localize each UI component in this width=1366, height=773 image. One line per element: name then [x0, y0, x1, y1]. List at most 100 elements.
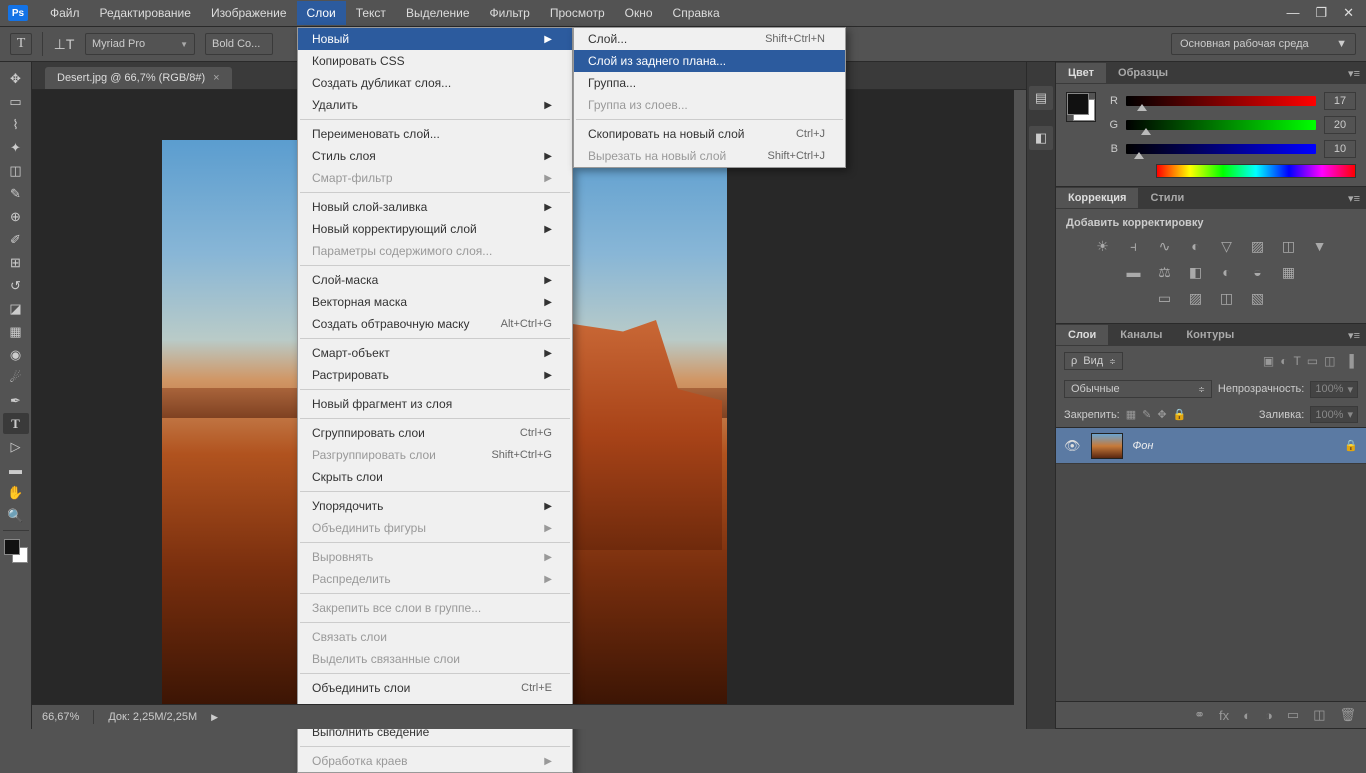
brightness-icon[interactable]: ☀ [1093, 237, 1113, 255]
opacity-field[interactable]: 100%▾ [1310, 381, 1358, 398]
menu-просмотр[interactable]: Просмотр [540, 1, 615, 25]
crop-tool[interactable]: ◫ [3, 160, 29, 181]
filter-adjust-icon[interactable]: ◐ [1280, 354, 1287, 368]
new-fill-icon[interactable]: ◑ [1265, 708, 1273, 723]
spectrum-bar[interactable] [1156, 164, 1356, 178]
zoom-tool[interactable]: 🔍 [3, 505, 29, 526]
menu-изображение[interactable]: Изображение [201, 1, 297, 25]
channel-mixer-icon[interactable]: ⚖ [1155, 263, 1175, 281]
adj-icon-4[interactable]: ▧ [1248, 289, 1268, 307]
eraser-tool[interactable]: ◪ [3, 298, 29, 319]
exposure-icon[interactable]: ◐ [1186, 237, 1206, 255]
visibility-icon[interactable]: 👁 [1064, 438, 1081, 454]
tab-paths[interactable]: Контуры [1174, 325, 1246, 345]
properties-panel-icon[interactable]: ◧ [1029, 126, 1053, 150]
type-tool[interactable]: T [3, 413, 29, 434]
minimize-button[interactable]: — [1286, 5, 1299, 21]
doc-info-arrow-icon[interactable]: ▶ [211, 712, 218, 723]
panel-menu-icon[interactable]: ▾≡ [1342, 329, 1366, 342]
menu-текст[interactable]: Текст [346, 1, 396, 25]
menu-файл[interactable]: Файл [40, 1, 90, 25]
layer-name[interactable]: Фон [1133, 440, 1154, 452]
text-orientation-icon[interactable]: ⊥T [53, 34, 75, 54]
lock-pixels-icon[interactable]: ▦ [1126, 408, 1136, 421]
path-select-tool[interactable]: ▷ [3, 436, 29, 457]
filter-smart-icon[interactable]: ◫ [1324, 354, 1335, 368]
adj-icon-3[interactable]: ◫ [1217, 289, 1237, 307]
bw-icon[interactable]: ▼ [1310, 237, 1330, 255]
menu-справка[interactable]: Справка [663, 1, 730, 25]
maximize-button[interactable]: ❐ [1315, 5, 1327, 21]
menu-item[interactable]: Слой-маска▶ [298, 269, 572, 291]
new-layer-icon[interactable]: ◫ [1313, 707, 1325, 723]
invert-icon[interactable]: ◐ [1217, 263, 1237, 281]
posterize-icon[interactable]: ◒ [1248, 263, 1268, 281]
tab-swatches[interactable]: Образцы [1106, 63, 1180, 83]
wand-tool[interactable]: ✦ [3, 137, 29, 158]
layer-filter-kind[interactable]: ρ Вид ≑ [1064, 352, 1123, 370]
menu-item[interactable]: Стиль слоя▶ [298, 145, 572, 167]
filter-pixel-icon[interactable]: ▣ [1263, 354, 1274, 368]
b-value[interactable]: 10 [1324, 140, 1356, 158]
history-brush-tool[interactable]: ↺ [3, 275, 29, 296]
menu-item[interactable]: Смарт-объект▶ [298, 342, 572, 364]
menu-item[interactable]: Удалить▶ [298, 94, 572, 116]
tab-layers[interactable]: Слои [1056, 325, 1108, 345]
g-slider[interactable] [1126, 120, 1316, 130]
font-family-select[interactable]: Myriad Pro ▼ [85, 33, 195, 55]
tab-channels[interactable]: Каналы [1108, 325, 1174, 345]
layer-style-icon[interactable]: fx [1219, 708, 1229, 723]
levels-icon[interactable]: ⫞ [1124, 237, 1144, 255]
filter-shape-icon[interactable]: ▭ [1307, 354, 1318, 368]
stamp-tool[interactable]: ⊞ [3, 252, 29, 273]
zoom-level[interactable]: 66,67% [42, 711, 79, 723]
move-tool[interactable]: ✥ [3, 68, 29, 89]
filter-type-icon[interactable]: T [1293, 354, 1300, 368]
tab-color[interactable]: Цвет [1056, 63, 1106, 83]
menu-item[interactable]: Новый▶ [298, 28, 572, 50]
lock-move-icon[interactable]: ✥ [1157, 408, 1166, 421]
dodge-tool[interactable]: ☄ [3, 367, 29, 388]
brush-tool[interactable]: ✐ [3, 229, 29, 250]
menu-item[interactable]: Векторная маска▶ [298, 291, 572, 313]
menu-item[interactable]: Новый слой-заливка▶ [298, 196, 572, 218]
balance-icon[interactable]: ◫ [1279, 237, 1299, 255]
foreground-swatch[interactable] [4, 539, 20, 555]
workspace-select[interactable]: Основная рабочая среда ▼ [1171, 33, 1356, 55]
menu-item[interactable]: Слой из заднего плана... [574, 50, 845, 72]
gradient-map-icon[interactable]: ▭ [1155, 289, 1175, 307]
vibrance-icon[interactable]: ▽ [1217, 237, 1237, 255]
menu-item[interactable]: Переименовать слой... [298, 123, 572, 145]
menu-слои[interactable]: Слои [297, 1, 346, 25]
link-layers-icon[interactable]: ⚭ [1194, 707, 1205, 723]
tab-adjustments[interactable]: Коррекция [1056, 188, 1138, 208]
g-value[interactable]: 20 [1324, 116, 1356, 134]
marquee-tool[interactable]: ▭ [3, 91, 29, 112]
panel-menu-icon[interactable]: ▾≡ [1342, 67, 1366, 80]
menu-item[interactable]: Сгруппировать слоиCtrl+G [298, 422, 572, 444]
close-button[interactable]: ✕ [1343, 5, 1354, 21]
menu-item[interactable]: Создать дубликат слоя... [298, 72, 572, 94]
healing-tool[interactable]: ⊕ [3, 206, 29, 227]
pen-tool[interactable]: ✒ [3, 390, 29, 411]
r-value[interactable]: 17 [1324, 92, 1356, 110]
menu-item[interactable]: Слой...Shift+Ctrl+N [574, 28, 845, 50]
lock-position-icon[interactable]: ✎ [1142, 408, 1151, 421]
menu-item[interactable]: Скопировать на новый слойCtrl+J [574, 123, 845, 145]
lasso-tool[interactable]: ⌇ [3, 114, 29, 135]
eyedropper-tool[interactable]: ✎ [3, 183, 29, 204]
close-tab-icon[interactable]: × [213, 72, 219, 84]
color-lookup-icon[interactable]: ◧ [1186, 263, 1206, 281]
menu-выделение[interactable]: Выделение [396, 1, 480, 25]
history-panel-icon[interactable]: ▤ [1029, 86, 1053, 110]
layer-thumbnail[interactable] [1091, 433, 1123, 459]
menu-редактирование[interactable]: Редактирование [90, 1, 201, 25]
new-group-icon[interactable]: ▭ [1287, 707, 1299, 723]
panel-menu-icon[interactable]: ▾≡ [1342, 192, 1366, 205]
font-style-select[interactable]: Bold Co... [205, 33, 273, 55]
fill-field[interactable]: 100%▾ [1310, 406, 1358, 423]
b-slider[interactable] [1126, 144, 1316, 154]
menu-item[interactable]: Растрировать▶ [298, 364, 572, 386]
photo-filter-icon[interactable]: ▬ [1124, 263, 1144, 281]
r-slider[interactable] [1126, 96, 1316, 106]
